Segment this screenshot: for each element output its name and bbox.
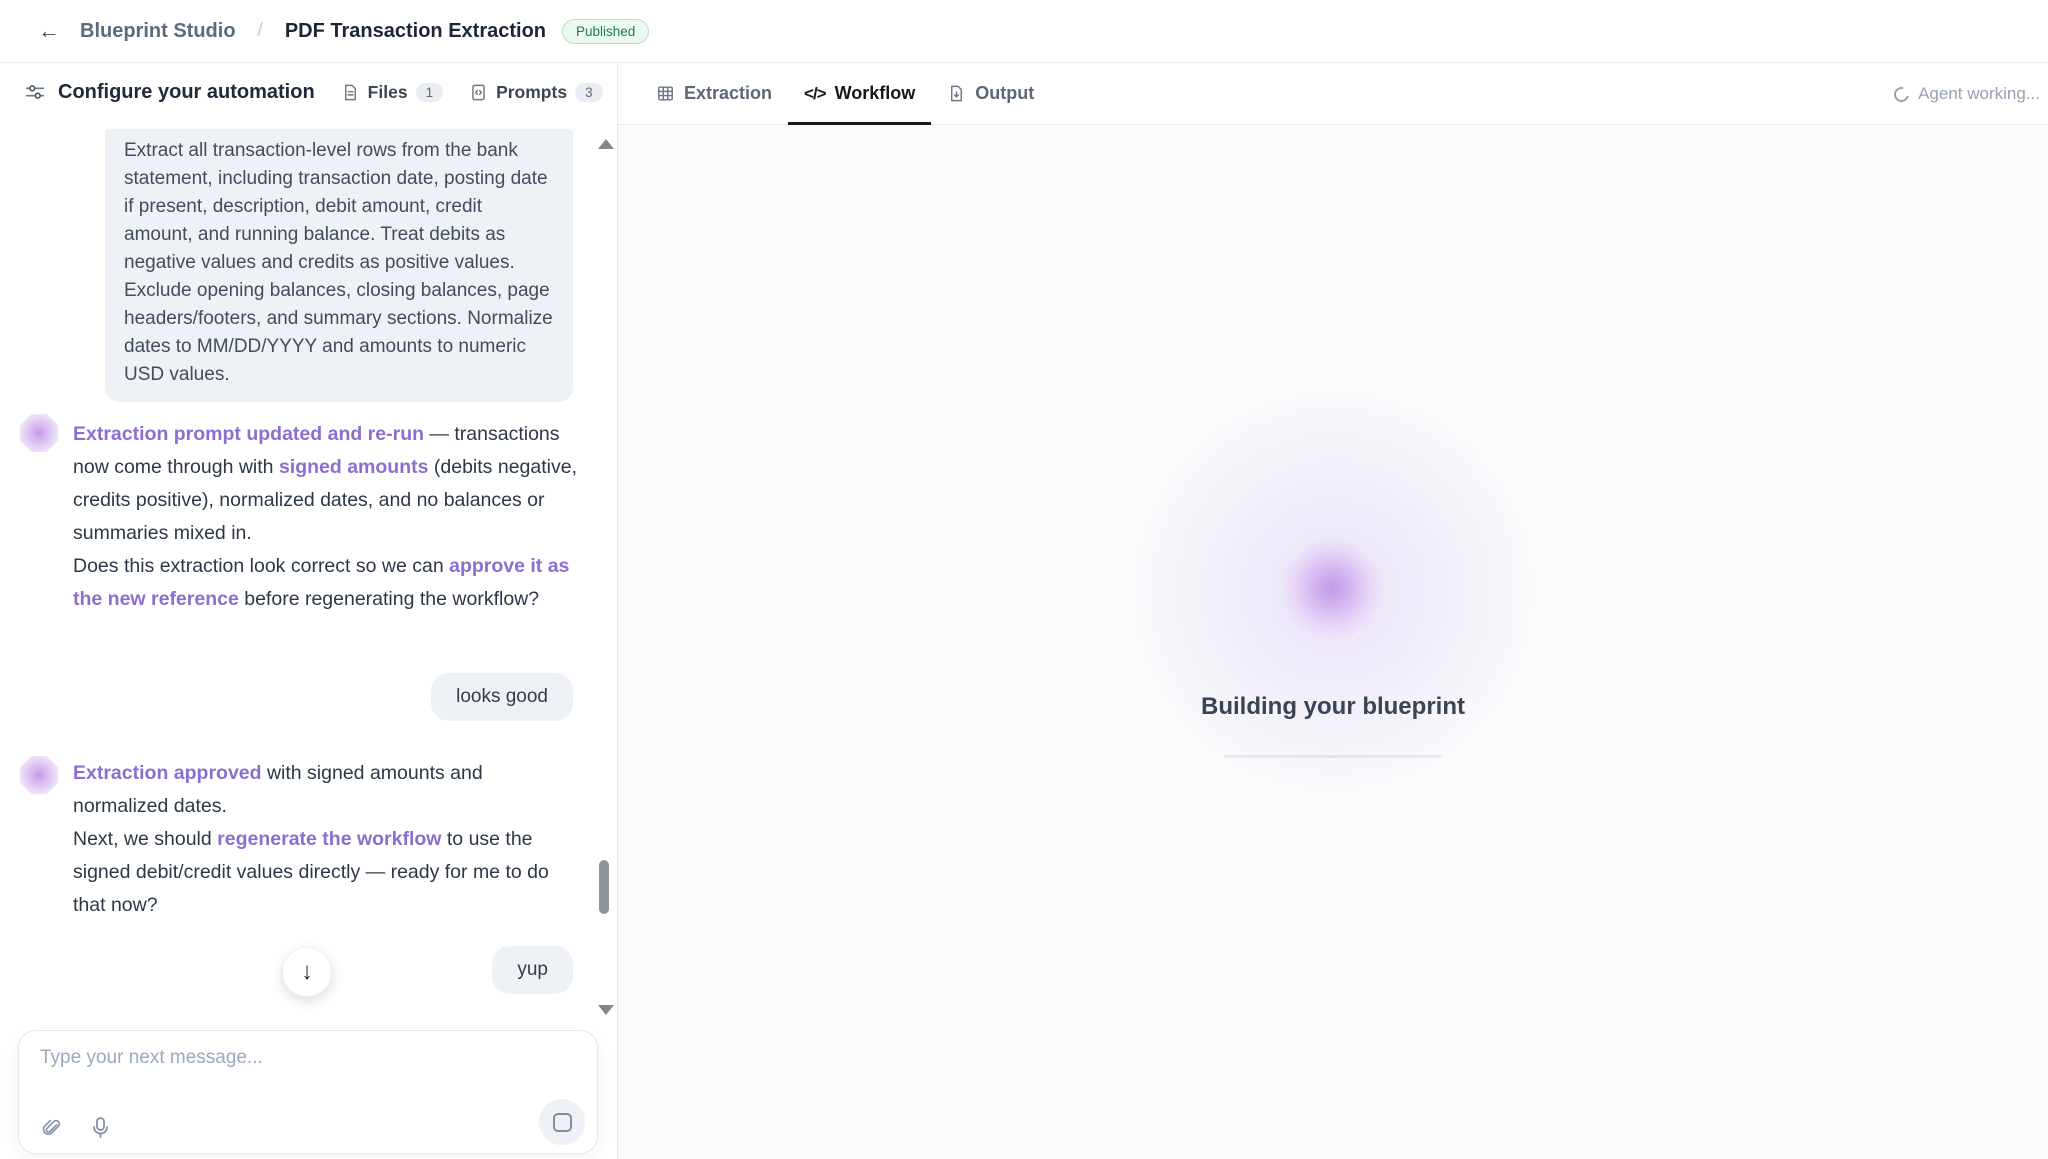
tab-extraction[interactable]: Extraction [640, 63, 788, 124]
tab-extraction-label: Extraction [684, 83, 772, 104]
stop-generation-button[interactable] [539, 1099, 585, 1145]
app-window: ← Blueprint Studio / PDF Transaction Ext… [0, 0, 2048, 1159]
blueprint-octagon-icon [1284, 543, 1382, 641]
scrollbar-up-arrow[interactable] [598, 139, 614, 149]
breadcrumb-app-name[interactable]: Blueprint Studio [80, 20, 236, 43]
user-message-bubble: yup [492, 946, 573, 994]
stop-icon [553, 1113, 572, 1132]
files-tab-label: Files [368, 82, 408, 103]
tab-output[interactable]: Output [931, 63, 1050, 124]
prompt-message-card: Extract all transaction-level rows from … [105, 129, 573, 402]
message-text: Does this extraction look correct so we … [73, 555, 449, 577]
progress-bar [1224, 755, 1442, 758]
spinner-icon [1891, 84, 1911, 104]
preview-panel: Extraction </> Workflow Output Agent wor… [618, 63, 2048, 1159]
chat-link[interactable]: signed amounts [279, 456, 429, 478]
scrollbar-down-arrow[interactable] [598, 1005, 614, 1015]
table-icon [656, 84, 675, 103]
files-count-badge: 1 [416, 83, 444, 102]
chat-panel-header: Configure your automation Files 1 Prompt… [0, 63, 617, 121]
tab-output-label: Output [975, 83, 1034, 104]
back-arrow-icon[interactable]: ← [38, 18, 60, 44]
agent-status: Agent working... [1894, 63, 2040, 125]
scroll-to-bottom-button[interactable]: ↓ [282, 947, 332, 997]
chat-link[interactable]: Extraction prompt updated and re-run [73, 423, 424, 445]
sliders-icon [24, 81, 46, 103]
building-status-title: Building your blueprint [618, 693, 2048, 721]
assistant-avatar [20, 414, 58, 452]
file-download-icon [947, 84, 966, 103]
message-composer [18, 1030, 598, 1154]
chat-link[interactable]: Extraction approved [73, 762, 262, 784]
message-text: before regenerating the workflow? [239, 588, 539, 610]
prompts-count-badge: 3 [575, 83, 603, 102]
panel-title: Configure your automation [58, 81, 315, 104]
assistant-avatar [20, 756, 58, 794]
assistant-message: Extraction approved with signed amounts … [73, 757, 578, 922]
agent-status-text: Agent working... [1918, 84, 2040, 104]
arrow-down-icon: ↓ [301, 960, 313, 984]
chat-panel: Configure your automation Files 1 Prompt… [0, 63, 617, 1159]
workflow-canvas: Building your blueprint [618, 125, 2048, 1159]
microphone-icon[interactable] [90, 1116, 111, 1140]
assistant-message: Extraction prompt updated and re-run — t… [73, 418, 578, 616]
message-text: Next, we should [73, 828, 217, 850]
prompts-tab[interactable]: Prompts 3 [469, 82, 603, 103]
prompt-message-text: Extract all transaction-level rows from … [124, 137, 554, 389]
tab-workflow-label: Workflow [835, 83, 916, 104]
page-title: PDF Transaction Extraction [285, 20, 546, 43]
file-icon [341, 83, 360, 102]
prompts-tab-label: Prompts [496, 82, 567, 103]
status-badge: Published [562, 19, 649, 44]
file-code-icon [469, 83, 488, 102]
user-message-bubble: looks good [431, 673, 573, 721]
top-header: ← Blueprint Studio / PDF Transaction Ext… [0, 0, 2048, 63]
code-icon: </> [804, 84, 826, 104]
breadcrumb-separator: / [258, 20, 263, 42]
preview-tab-bar: Extraction </> Workflow Output Agent wor… [618, 63, 2048, 125]
message-input[interactable] [40, 1047, 570, 1069]
scrollbar-thumb[interactable] [599, 860, 609, 914]
files-tab[interactable]: Files 1 [341, 82, 443, 103]
composer-toolbar [40, 1116, 111, 1140]
tab-workflow[interactable]: </> Workflow [788, 63, 931, 124]
attachment-icon[interactable] [40, 1116, 64, 1140]
chat-link[interactable]: regenerate the workflow [217, 828, 441, 850]
